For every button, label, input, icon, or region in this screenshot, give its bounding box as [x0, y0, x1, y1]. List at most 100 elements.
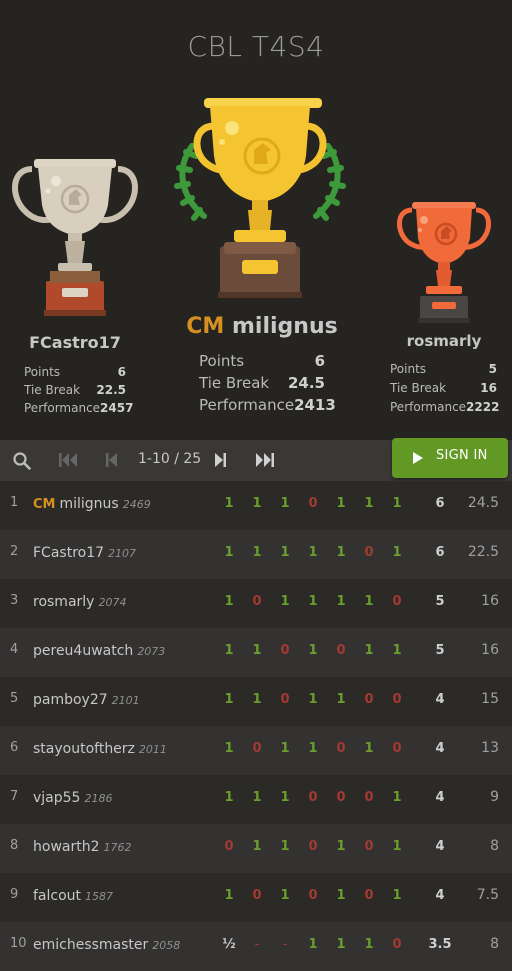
round-result[interactable]: 0	[390, 594, 404, 609]
round-result[interactable]: 0	[362, 888, 376, 903]
podium-third-name[interactable]: rosmarly	[380, 332, 508, 350]
round-result[interactable]: 0	[362, 692, 376, 707]
search-icon[interactable]	[13, 452, 31, 470]
round-result[interactable]: 0	[362, 545, 376, 560]
podium-first-name[interactable]: CM milignus	[150, 314, 374, 339]
player-link[interactable]: emichessmaster 2058	[33, 937, 180, 953]
player-link[interactable]: FCastro17 2107	[33, 545, 136, 561]
round-result[interactable]: 0	[390, 937, 404, 952]
round-result[interactable]: 1	[222, 594, 236, 609]
player-link[interactable]: pereu4uwatch 2073	[33, 643, 165, 659]
round-result[interactable]: 1	[306, 692, 320, 707]
round-result[interactable]: 0	[334, 741, 348, 756]
round-result[interactable]: 1	[306, 643, 320, 658]
round-result[interactable]: 1	[390, 643, 404, 658]
round-result[interactable]: 0	[306, 790, 320, 805]
round-result[interactable]: 0	[250, 594, 264, 609]
round-result[interactable]: 1	[278, 545, 292, 560]
table-row[interactable]: 6 stayoutoftherz 2011 1 0 1 1 0 1 0 4 13	[0, 726, 512, 775]
round-result[interactable]: 1	[334, 545, 348, 560]
round-result[interactable]: 1	[222, 692, 236, 707]
round-result[interactable]: 1	[250, 839, 264, 854]
round-result[interactable]: 0	[390, 741, 404, 756]
round-result[interactable]: 0	[334, 643, 348, 658]
round-result[interactable]: 1	[222, 741, 236, 756]
round-result[interactable]: 1	[306, 594, 320, 609]
round-result[interactable]: 1	[222, 790, 236, 805]
table-row[interactable]: 9 falcout 1587 1 0 1 0 1 0 1 4 7.5	[0, 873, 512, 922]
round-result[interactable]: 1	[278, 741, 292, 756]
round-result[interactable]: 1	[222, 888, 236, 903]
player-link[interactable]: howarth2 1762	[33, 839, 132, 855]
player-link[interactable]: rosmarly 2074	[33, 594, 126, 610]
round-result[interactable]: 1	[250, 496, 264, 511]
round-result[interactable]: 1	[362, 937, 376, 952]
round-result[interactable]: 0	[334, 790, 348, 805]
round-result[interactable]: 0	[362, 839, 376, 854]
round-result[interactable]: 1	[278, 888, 292, 903]
round-result[interactable]: 1	[334, 692, 348, 707]
round-result[interactable]: 1	[306, 741, 320, 756]
round-result[interactable]: 0	[306, 496, 320, 511]
round-result[interactable]: 1	[362, 741, 376, 756]
round-result[interactable]: 0	[306, 888, 320, 903]
round-result[interactable]: 1	[306, 937, 320, 952]
player-link[interactable]: stayoutoftherz 2011	[33, 741, 167, 757]
round-result[interactable]: 0	[306, 839, 320, 854]
table-row[interactable]: 5 pamboy27 2101 1 1 0 1 1 0 0 4 15	[0, 677, 512, 726]
round-result[interactable]: 1	[334, 839, 348, 854]
round-result[interactable]: 0	[362, 790, 376, 805]
table-row[interactable]: 10 emichessmaster 2058 ½ - -1 1 1 0 3.5 8	[0, 922, 512, 971]
round-result[interactable]: 1	[362, 594, 376, 609]
round-result[interactable]: 1	[278, 496, 292, 511]
round-result[interactable]: 1	[222, 643, 236, 658]
round-result[interactable]: 0	[278, 643, 292, 658]
round-result[interactable]: -	[278, 937, 292, 952]
round-result[interactable]: 1	[362, 643, 376, 658]
previous-page-icon[interactable]	[105, 452, 119, 468]
round-result[interactable]: 1	[390, 790, 404, 805]
round-result[interactable]: 1	[390, 545, 404, 560]
total-score: 5	[435, 643, 445, 658]
table-row[interactable]: 8 howarth2 1762 0 1 1 0 1 0 1 4 8	[0, 824, 512, 873]
round-result[interactable]: 0	[278, 692, 292, 707]
round-result[interactable]: 1	[250, 643, 264, 658]
player-link[interactable]: CM milignus 2469	[33, 496, 151, 512]
next-page-icon[interactable]	[213, 452, 227, 468]
round-result[interactable]: 1	[278, 790, 292, 805]
round-result[interactable]: 0	[250, 741, 264, 756]
sign-in-button[interactable]: SIGN IN	[392, 438, 508, 478]
last-page-icon[interactable]	[255, 452, 275, 468]
player-link[interactable]: pamboy27 2101	[33, 692, 140, 708]
round-result[interactable]: 1	[362, 496, 376, 511]
round-result[interactable]: 1	[390, 888, 404, 903]
round-result[interactable]: -	[250, 937, 264, 952]
player-link[interactable]: vjap55 2186	[33, 790, 112, 806]
round-result[interactable]: ½	[222, 937, 236, 952]
round-result[interactable]: 1	[334, 937, 348, 952]
player-link[interactable]: falcout 1587	[33, 888, 113, 904]
table-row[interactable]: 1 CM milignus 2469 1 1 1 0 1 1 1 6 24.5	[0, 481, 512, 530]
round-result[interactable]: 1	[278, 839, 292, 854]
round-result[interactable]: 1	[278, 594, 292, 609]
podium-second-name[interactable]: FCastro17	[0, 333, 150, 352]
round-result[interactable]: 1	[390, 496, 404, 511]
table-row[interactable]: 7 vjap55 2186 1 1 1 0 0 0 1 4 9	[0, 775, 512, 824]
round-result[interactable]: 1	[250, 545, 264, 560]
round-result[interactable]: 1	[334, 888, 348, 903]
round-result[interactable]: 0	[390, 692, 404, 707]
round-result[interactable]: 1	[222, 496, 236, 511]
round-result[interactable]: 0	[250, 888, 264, 903]
table-row[interactable]: 2 FCastro17 2107 1 1 1 1 1 0 1 6 22.5	[0, 530, 512, 579]
round-result[interactable]: 1	[390, 839, 404, 854]
table-row[interactable]: 4 pereu4uwatch 2073 1 1 0 1 0 1 1 5 16	[0, 628, 512, 677]
round-result[interactable]: 1	[250, 790, 264, 805]
round-result[interactable]: 1	[250, 692, 264, 707]
round-result[interactable]: 1	[334, 496, 348, 511]
round-result[interactable]: 1	[222, 545, 236, 560]
table-row[interactable]: 3 rosmarly 2074 1 0 1 1 1 1 0 5 16	[0, 579, 512, 628]
round-result[interactable]: 0	[222, 839, 236, 854]
first-page-icon[interactable]	[58, 452, 78, 468]
round-result[interactable]: 1	[334, 594, 348, 609]
round-result[interactable]: 1	[306, 545, 320, 560]
